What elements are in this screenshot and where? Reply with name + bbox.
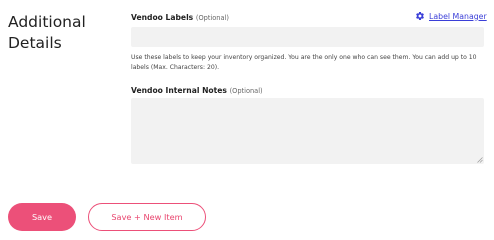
- vendoo-labels-optional-text: (Optional): [195, 14, 229, 22]
- label-manager-link[interactable]: Label Manager: [415, 11, 487, 21]
- internal-notes-optional-text: (Optional): [229, 87, 263, 95]
- section-title: Additional Details: [8, 12, 118, 54]
- label-manager-text: Label Manager: [429, 11, 487, 21]
- gear-icon: [416, 11, 424, 20]
- internal-notes-textarea[interactable]: [131, 98, 484, 164]
- section-title-line-2: Details: [8, 34, 62, 52]
- internal-notes-label-text: Vendoo Internal Notes: [131, 86, 227, 95]
- section-title-line-1: Additional: [8, 13, 86, 31]
- vendoo-labels-input[interactable]: [131, 27, 484, 47]
- internal-notes-label: Vendoo Internal Notes (Optional): [131, 86, 263, 95]
- save-new-item-button[interactable]: Save + New Item: [88, 203, 206, 231]
- additional-details-section: Additional Details Vendoo Labels (Option…: [0, 0, 494, 238]
- vendoo-labels-label: Vendoo Labels (Optional): [131, 13, 229, 22]
- resize-handle-icon[interactable]: [477, 157, 483, 163]
- labels-help-text: Use these labels to keep your inventory …: [131, 54, 477, 72]
- save-button[interactable]: Save: [8, 203, 76, 231]
- vendoo-labels-label-text: Vendoo Labels: [131, 13, 194, 22]
